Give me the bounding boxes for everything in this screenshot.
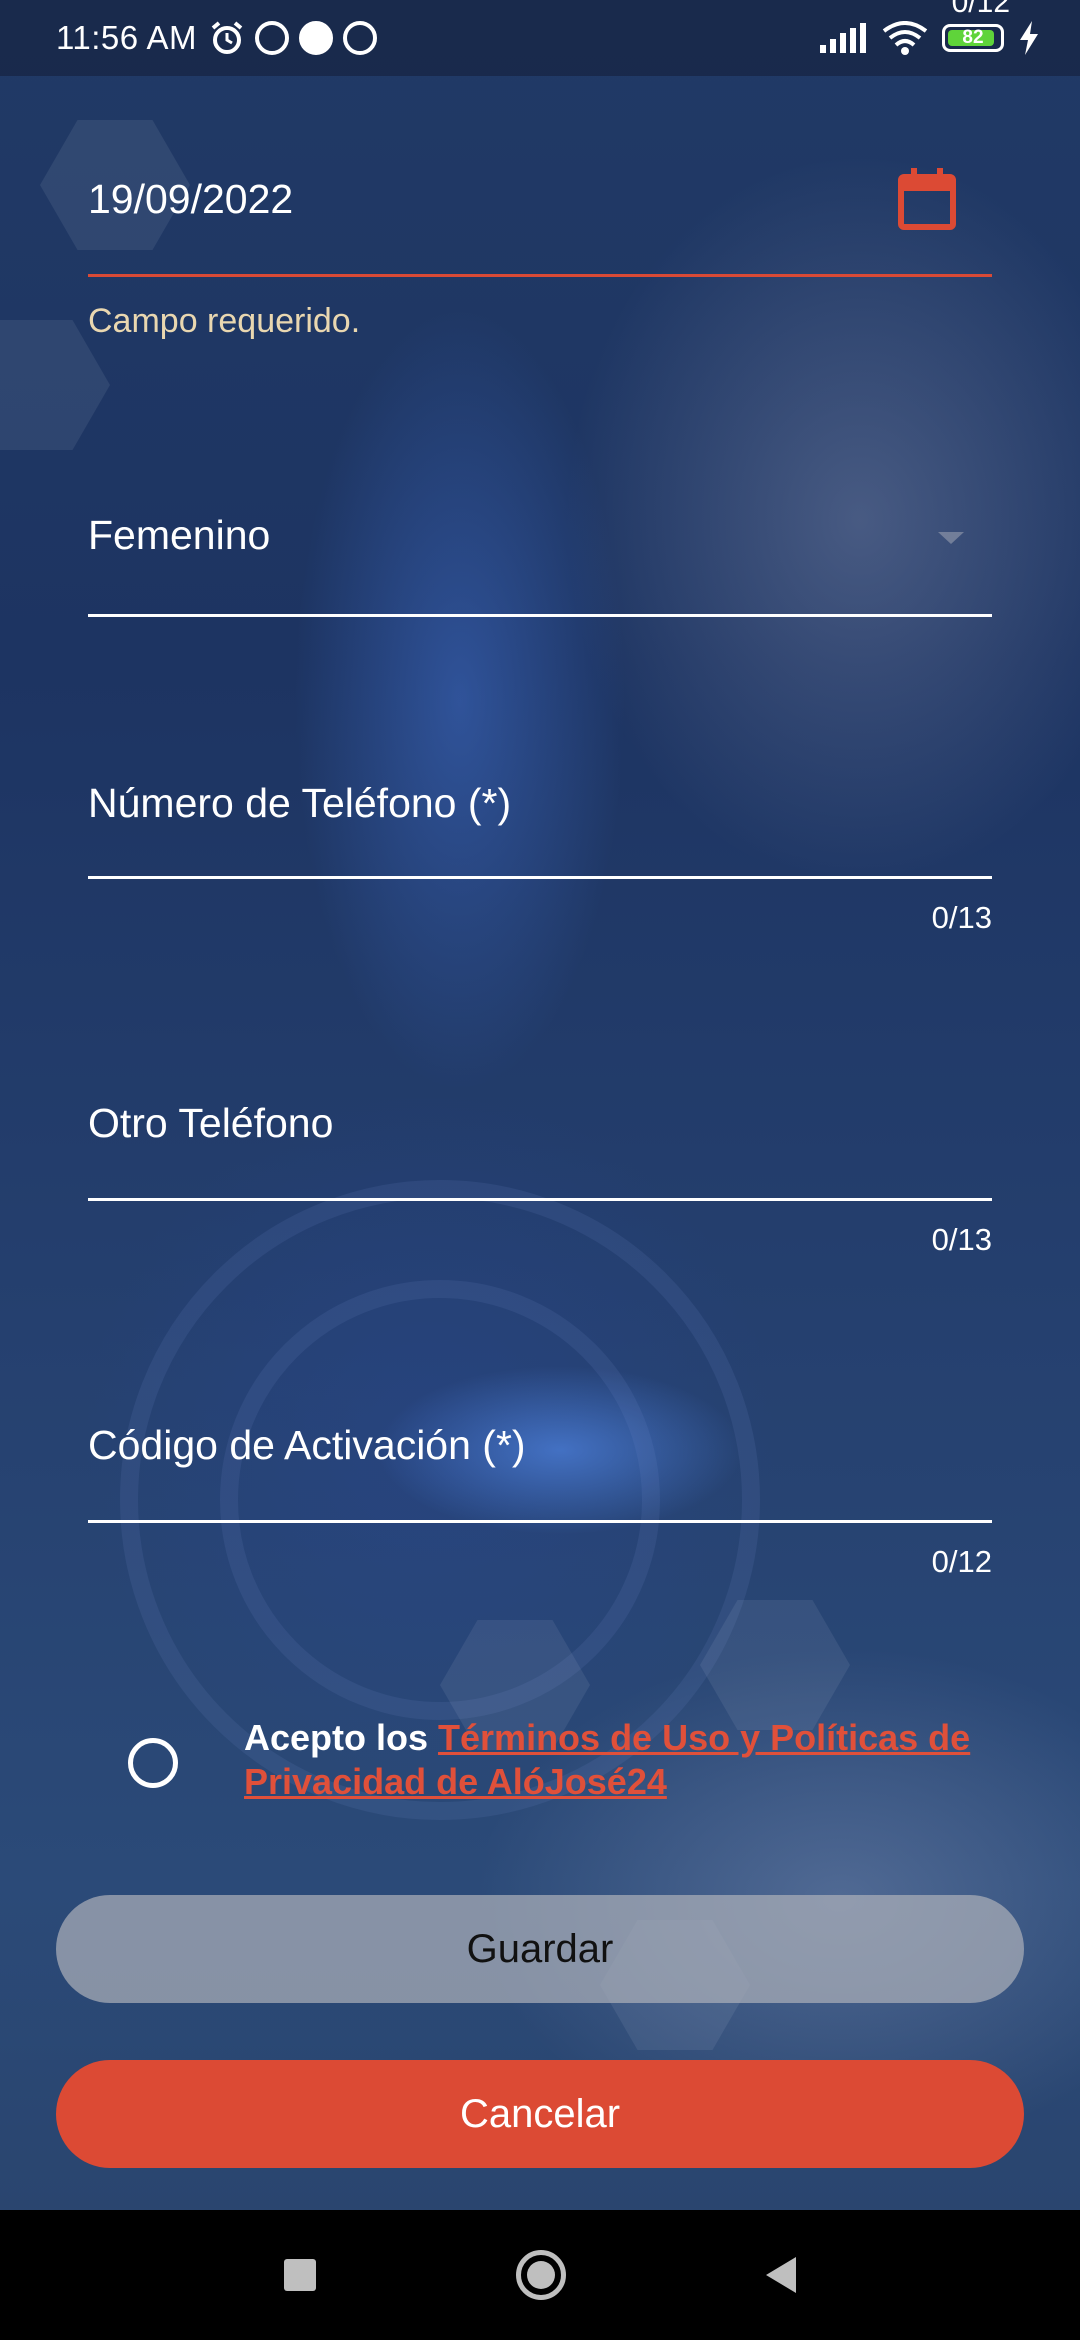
phone-number-input[interactable]: Número de Teléfono (*) 0/13 (88, 760, 992, 940)
gender-dropdown[interactable]: Femenino (88, 480, 992, 620)
phone-number-underline (88, 876, 992, 879)
birth-date-value: 19/09/2022 (88, 176, 294, 222)
activation-code-input[interactable]: Código de Activación (*) 0/12 (88, 1404, 992, 1584)
terms-prefix: Acepto los (244, 1717, 439, 1758)
home-icon[interactable] (516, 2250, 566, 2300)
birth-date-field[interactable]: 19/09/2022 Campo requerido. (88, 0, 992, 340)
other-phone-label: Otro Teléfono (88, 1100, 334, 1146)
cancel-button[interactable]: Cancelar (56, 2060, 1024, 2168)
other-phone-counter: 0/13 (931, 1222, 992, 1257)
calendar-icon[interactable] (898, 168, 956, 230)
other-phone-underline (88, 1198, 992, 1201)
terms-text: Acepto los Términos de Uso y Políticas d… (244, 1716, 1004, 1804)
gender-selected-value: Femenino (88, 512, 271, 558)
terms-radio-button[interactable] (128, 1738, 178, 1788)
charging-icon (1020, 21, 1038, 55)
phone-number-label: Número de Teléfono (*) (88, 780, 512, 826)
birth-date-underline (88, 274, 992, 277)
save-button[interactable]: Guardar (56, 1895, 1024, 2003)
system-navigation-bar (0, 2210, 1080, 2340)
back-icon[interactable] (766, 2257, 796, 2293)
other-phone-input[interactable]: Otro Teléfono 0/13 (88, 1082, 992, 1262)
error-message: Campo requerido. (88, 302, 361, 340)
chevron-down-icon (938, 532, 964, 544)
activation-code-counter: 0/12 (931, 1544, 992, 1579)
activation-code-underline (88, 1520, 992, 1523)
activation-code-label: Código de Activación (*) (88, 1422, 526, 1468)
recents-icon[interactable] (284, 2259, 316, 2291)
phone-number-counter: 0/13 (931, 900, 992, 935)
gender-underline (88, 614, 992, 617)
